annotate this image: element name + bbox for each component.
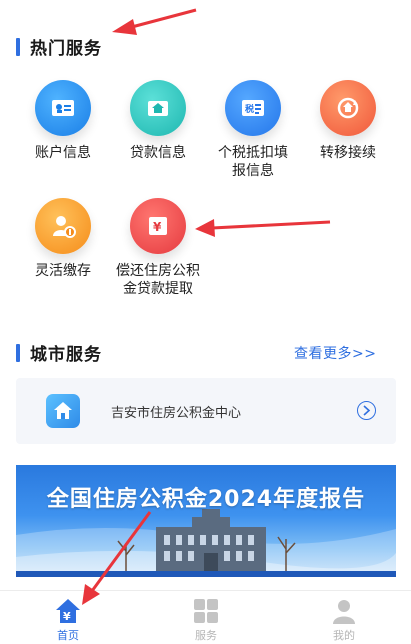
tax-form-icon: 税 — [225, 80, 281, 136]
city-fund-center-name: 吉安市住房公积金中心 — [111, 406, 242, 421]
bottom-tab-bar: ¥ 首页 服务 我的 — [0, 590, 411, 644]
service-label: 贷款信息 — [130, 145, 186, 161]
city-services-header: 城市服务 — [16, 340, 102, 365]
repay-withdraw-icon: ¥ — [130, 198, 186, 254]
service-flexible-deposit[interactable]: 灵活缴存 — [18, 198, 108, 280]
svg-text:¥: ¥ — [153, 220, 162, 234]
service-label: 转移接续 — [320, 145, 376, 161]
service-label: 灵活缴存 — [35, 263, 91, 279]
service-transfer[interactable]: 转移接续 — [303, 80, 393, 162]
service-account-info[interactable]: 账户信息 — [18, 80, 108, 162]
grid-icon — [192, 597, 220, 625]
tab-mine[interactable]: 我的 — [304, 597, 384, 643]
banner-title: 全国住房公积金2024年度报告 — [46, 487, 366, 512]
service-tax-deduction[interactable]: 税 个税抵扣填报信息 — [208, 80, 298, 180]
id-card-icon — [35, 80, 91, 136]
tab-label: 服务 — [195, 629, 217, 642]
city-fund-center-card[interactable]: 吉安市住房公积金中心 — [16, 378, 396, 444]
view-more-link[interactable]: 查看更多>> — [294, 343, 376, 363]
flexible-deposit-icon — [35, 198, 91, 254]
tab-home[interactable]: ¥ 首页 — [28, 597, 108, 643]
hot-services-header: 热门服务 — [16, 34, 102, 59]
transfer-icon — [320, 80, 376, 136]
annual-report-banner[interactable]: 全国住房公积金2024年度报告 — [16, 465, 396, 577]
chevron-right-icon[interactable] — [357, 401, 376, 420]
service-repay-withdrawal[interactable]: ¥ 偿还住房公积金贷款提取 — [113, 198, 203, 298]
service-loan-info[interactable]: 贷款信息 — [113, 80, 203, 162]
section-accent-bar — [16, 343, 20, 362]
tab-services[interactable]: 服务 — [166, 597, 246, 643]
service-label: 个税抵扣填报信息 — [218, 145, 288, 179]
city-services-title: 城市服务 — [30, 345, 102, 365]
tab-label: 我的 — [333, 629, 355, 642]
service-label: 账户信息 — [35, 145, 91, 161]
svg-text:税: 税 — [245, 103, 254, 115]
home-yuan-icon: ¥ — [54, 597, 82, 625]
hot-services-title: 热门服务 — [30, 39, 102, 59]
svg-text:¥: ¥ — [63, 610, 71, 623]
tab-label: 首页 — [57, 629, 79, 642]
house-loan-icon — [130, 80, 186, 136]
home-shield-icon — [46, 394, 80, 428]
section-accent-bar — [16, 37, 20, 56]
service-label: 偿还住房公积金贷款提取 — [116, 263, 200, 297]
person-icon — [330, 597, 358, 625]
